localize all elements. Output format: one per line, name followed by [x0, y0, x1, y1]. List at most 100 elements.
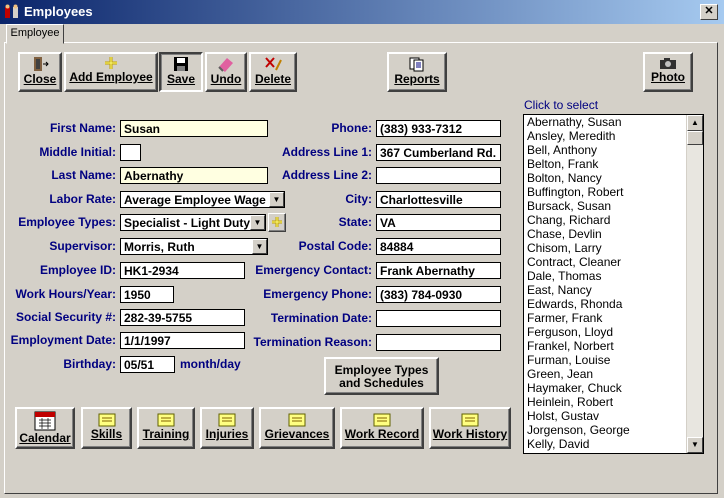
list-item[interactable]: Haymaker, Chuck — [524, 381, 703, 395]
work-history-button[interactable]: Work History — [429, 407, 511, 449]
middle-initial-field[interactable] — [120, 144, 141, 161]
employee-id-label: Employee ID: — [39, 263, 116, 277]
list-item[interactable]: Contract, Cleaner — [524, 255, 703, 269]
emergency-phone-field[interactable]: (383) 784-0930 — [376, 286, 501, 303]
add-employee-label: Add Employee — [69, 70, 153, 84]
reports-icon — [409, 57, 424, 72]
folder-icon — [373, 413, 391, 427]
close-button[interactable]: Close — [18, 52, 62, 92]
calendar-button-label: Calendar — [19, 431, 71, 445]
birthday-format-hint: month/day — [180, 357, 241, 371]
plus-icon — [105, 57, 117, 69]
list-item[interactable]: Furman, Louise — [524, 353, 703, 367]
city-field[interactable]: Charlottesville — [376, 191, 501, 208]
list-item[interactable]: Farmer, Frank — [524, 311, 703, 325]
postal-code-field[interactable]: 84884 — [376, 238, 501, 255]
list-item[interactable]: Abernathy, Susan — [524, 115, 703, 129]
list-item[interactable]: Chase, Devlin — [524, 227, 703, 241]
termination-date-field[interactable] — [376, 310, 501, 327]
delete-x-pencil-icon — [265, 57, 282, 71]
training-button[interactable]: Training — [137, 407, 195, 449]
first-name-label: First Name: — [49, 121, 116, 135]
folder-icon — [461, 413, 479, 427]
list-item[interactable]: Chisom, Larry — [524, 241, 703, 255]
list-item[interactable]: Jorgenson, George — [524, 423, 703, 437]
list-item[interactable]: East, Nancy — [524, 283, 703, 297]
employee-types-label: Employee Types: — [18, 215, 116, 229]
list-item[interactable]: Bell, Anthony — [524, 143, 703, 157]
list-item[interactable]: Dale, Thomas — [524, 269, 703, 283]
employee-id-field[interactable]: HK1-2934 — [120, 262, 245, 279]
address1-label: Address Line 1: — [281, 145, 372, 159]
work-record-button[interactable]: Work Record — [340, 407, 424, 449]
last-name-label: Last Name: — [51, 168, 116, 182]
list-item[interactable]: Frankel, Norbert — [524, 339, 703, 353]
work-hours-field[interactable]: 1950 — [120, 286, 174, 303]
list-item[interactable]: Holst, Gustav — [524, 409, 703, 423]
employment-date-field[interactable]: 1/1/1997 — [120, 332, 245, 349]
work-history-button-label: Work History — [432, 427, 508, 441]
grievances-button[interactable]: Grievances — [259, 407, 335, 449]
list-item[interactable]: Ansley, Meredith — [524, 129, 703, 143]
employee-types-schedules-button[interactable]: Employee Types and Schedules — [324, 357, 439, 395]
list-hint: Click to select — [524, 98, 599, 112]
delete-button[interactable]: Delete — [249, 52, 297, 92]
folder-icon — [288, 413, 306, 427]
list-item[interactable]: Bolton, Nancy — [524, 171, 703, 185]
phone-field[interactable]: (383) 933-7312 — [376, 120, 501, 137]
list-item[interactable]: Chang, Richard — [524, 213, 703, 227]
injuries-button[interactable]: Injuries — [200, 407, 254, 449]
tab-employee[interactable]: Employee — [6, 24, 64, 44]
employee-list-items: Abernathy, Susan Ansley, Meredith Bell, An… — [524, 115, 703, 451]
ssn-field[interactable]: 282-39-5755 — [120, 309, 245, 326]
supervisor-label: Supervisor: — [49, 239, 116, 253]
folder-icon — [218, 413, 236, 427]
list-item[interactable]: Green, Jean — [524, 367, 703, 381]
list-item[interactable]: Bursack, Susan — [524, 199, 703, 213]
state-label: State: — [338, 215, 372, 229]
list-item[interactable]: Belton, Frank — [524, 157, 703, 171]
folder-icon — [98, 413, 115, 427]
address1-field[interactable]: 367 Cumberland Rd. — [376, 144, 501, 161]
close-button-label: Close — [23, 72, 57, 86]
add-employee-button[interactable]: Add Employee — [64, 52, 158, 92]
list-item[interactable]: Buffington, Robert — [524, 185, 703, 199]
scroll-thumb[interactable] — [687, 131, 703, 145]
list-scrollbar[interactable]: ▲ ▼ — [686, 115, 703, 453]
folder-icon — [157, 413, 175, 427]
skills-button-label: Skills — [90, 427, 123, 441]
employment-date-label: Employment Date: — [10, 333, 116, 347]
list-item[interactable]: Heinlein, Robert — [524, 395, 703, 409]
work-hours-label: Work Hours/Year: — [15, 287, 116, 301]
window-close-button[interactable]: ✕ — [700, 4, 718, 20]
scroll-down-icon[interactable]: ▼ — [687, 437, 703, 453]
save-button[interactable]: Save — [159, 52, 203, 92]
undo-button-label: Undo — [210, 72, 242, 86]
scroll-up-icon[interactable]: ▲ — [687, 115, 703, 131]
emergency-phone-label: Emergency Phone: — [263, 287, 372, 301]
list-item[interactable]: Edwards, Rhonda — [524, 297, 703, 311]
birthday-field[interactable]: 05/51 — [120, 356, 175, 373]
list-item[interactable]: Kelly, David — [524, 437, 703, 451]
skills-button[interactable]: Skills — [81, 407, 132, 449]
termination-reason-field[interactable] — [376, 334, 501, 351]
termination-date-label: Termination Date: — [270, 311, 372, 325]
reports-button-label: Reports — [394, 72, 440, 86]
emergency-contact-field[interactable]: Frank Abernathy — [376, 262, 501, 279]
employee-listbox[interactable]: Abernathy, Susan Ansley, Meredith Bell, An… — [523, 114, 704, 454]
address2-label: Address Line 2: — [281, 168, 372, 182]
phone-label: Phone: — [331, 121, 372, 135]
photo-button[interactable]: Photo — [643, 52, 693, 92]
address2-field[interactable] — [376, 167, 501, 184]
postal-code-label: Postal Code: — [298, 239, 372, 253]
state-field[interactable]: VA — [376, 214, 501, 231]
calendar-button[interactable]: Calendar — [15, 407, 75, 449]
reports-button[interactable]: Reports — [387, 52, 447, 92]
camera-icon — [660, 58, 676, 69]
undo-button[interactable]: Undo — [205, 52, 247, 92]
employees-app-icon — [5, 4, 18, 18]
injuries-button-label: Injuries — [205, 427, 249, 441]
floppy-disk-icon — [174, 57, 188, 71]
photo-button-label: Photo — [651, 70, 685, 84]
list-item[interactable]: Ferguson, Lloyd — [524, 325, 703, 339]
